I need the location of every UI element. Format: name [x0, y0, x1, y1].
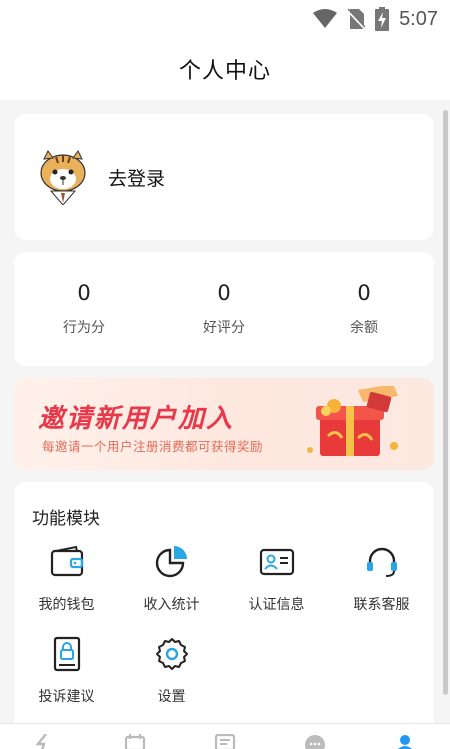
function-complaint-suggestion[interactable]: 投诉建议	[14, 636, 119, 706]
complaint-icon	[49, 636, 85, 672]
function-label: 联系客服	[353, 597, 410, 613]
function-income-stats[interactable]: 收入统计	[119, 544, 224, 614]
clock: 5:07	[399, 7, 438, 30]
page-title: 个人中心	[178, 59, 271, 84]
stat-label: 好评分	[203, 320, 245, 336]
banner-subtitle: 每邀请一个用户注册消费都可获得奖励	[42, 439, 264, 454]
function-grid: 我的钱包 收入统计 认证信息 联系客服 投诉建议 设置	[14, 544, 434, 706]
stat-balance[interactable]: 0 余额	[294, 252, 434, 366]
tab-home-icon[interactable]	[34, 724, 56, 749]
stat-value: 0	[77, 281, 91, 305]
gift-box-icon	[298, 384, 408, 466]
stat-value: 0	[357, 281, 371, 305]
banner-title: 邀请新用户加入	[38, 404, 235, 434]
wallet-icon	[49, 544, 85, 580]
headset-icon	[364, 544, 400, 580]
tab-message-icon[interactable]	[304, 724, 326, 749]
function-label: 设置	[157, 689, 186, 705]
function-certification-info[interactable]: 认证信息	[224, 544, 329, 614]
stat-label: 余额	[350, 320, 378, 336]
id-card-icon	[259, 544, 295, 580]
tab-profile-icon[interactable]	[394, 724, 416, 749]
function-label: 我的钱包	[38, 597, 95, 613]
stat-rating-score[interactable]: 0 好评分	[154, 252, 294, 366]
section-title: 功能模块	[32, 509, 100, 529]
no-sim-icon	[347, 8, 366, 30]
function-label: 收入统计	[143, 597, 200, 613]
pie-chart-icon	[154, 544, 190, 580]
bottom-tab-bar	[0, 723, 450, 749]
battery-charging-icon	[375, 7, 390, 31]
stat-value: 0	[217, 281, 231, 305]
function-label: 认证信息	[248, 597, 305, 613]
function-settings[interactable]: 设置	[119, 636, 224, 706]
avatar[interactable]	[38, 149, 88, 206]
stat-label: 行为分	[63, 320, 105, 336]
stats-card: 0 行为分 0 好评分 0 余额	[14, 252, 434, 366]
invite-banner[interactable]: 邀请新用户加入 每邀请一个用户注册消费都可获得奖励	[14, 378, 434, 470]
status-bar: 5:07	[0, 0, 450, 38]
tab-orders-icon[interactable]	[124, 724, 146, 749]
scrollbar[interactable]	[443, 110, 448, 695]
tab-list-icon[interactable]	[214, 724, 236, 749]
function-label: 投诉建议	[38, 689, 95, 705]
header: 个人中心	[0, 38, 450, 100]
function-my-wallet[interactable]: 我的钱包	[14, 544, 119, 614]
function-customer-service[interactable]: 联系客服	[329, 544, 434, 614]
login-link[interactable]: 去登录	[108, 164, 165, 191]
stat-behavior-score[interactable]: 0 行为分	[14, 252, 154, 366]
wifi-icon	[313, 9, 338, 29]
function-module-card: 功能模块 我的钱包 收入统计 认证信息 联系客服 投诉建议 设置	[14, 482, 434, 732]
gear-icon	[154, 636, 190, 672]
login-card[interactable]: 去登录	[14, 114, 434, 240]
